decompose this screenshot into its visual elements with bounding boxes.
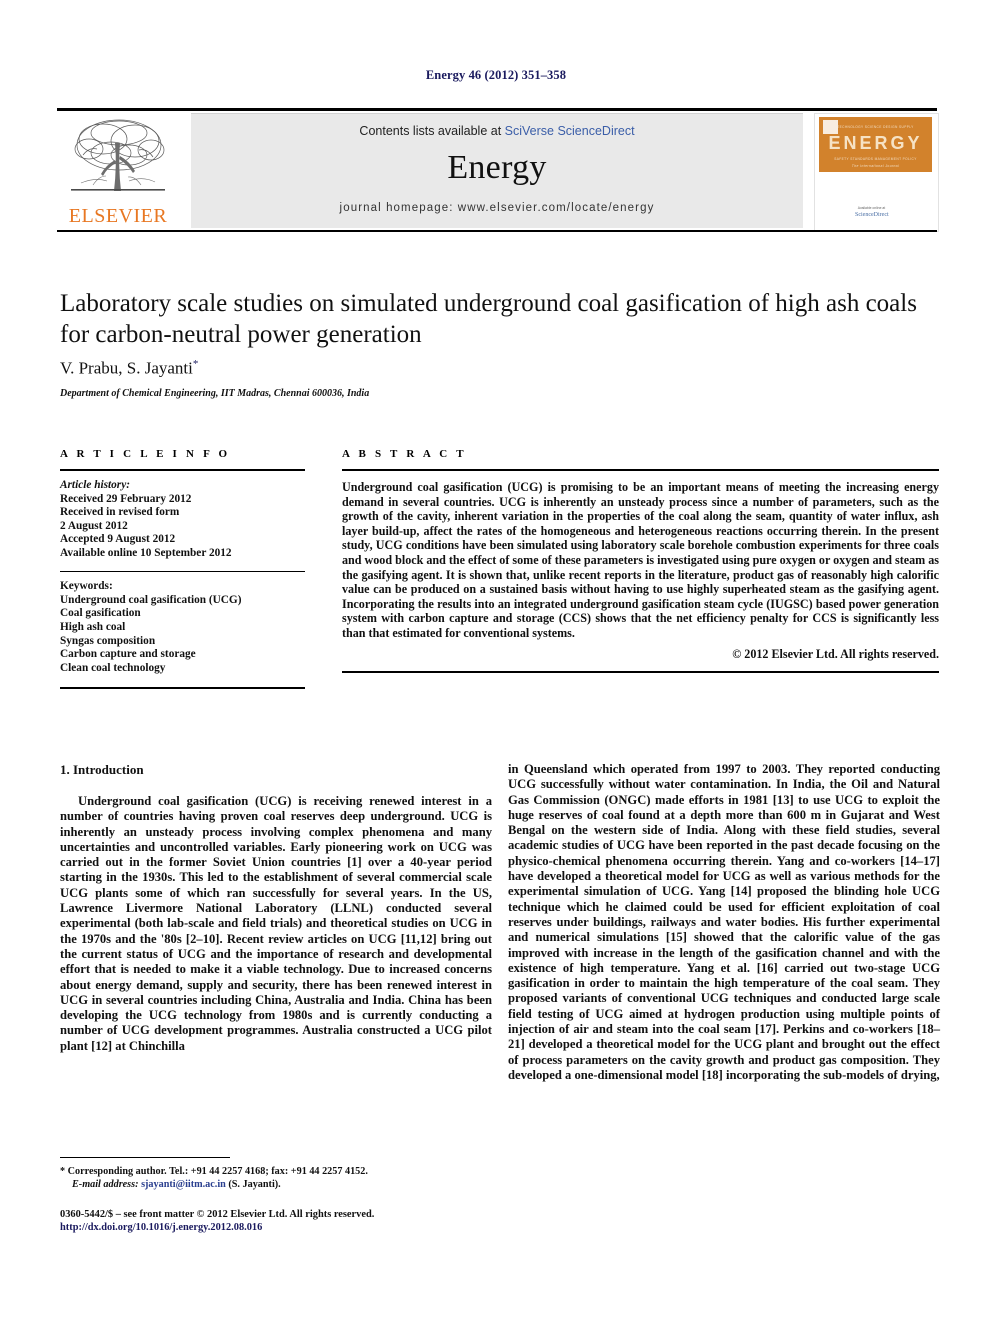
doi-link[interactable]: http://dx.doi.org/10.1016/j.energy.2012.… bbox=[60, 1221, 500, 1234]
abstract-column: A B S T R A C T Underground coal gasific… bbox=[342, 448, 939, 673]
footnote-rule bbox=[60, 1157, 230, 1158]
keyword-item: Carbon capture and storage bbox=[60, 648, 196, 661]
abstract-heading: A B S T R A C T bbox=[342, 448, 467, 460]
cover-orange-band: TECHNOLOGY SCIENCE DESIGN SUPPLY ENERGY … bbox=[819, 117, 932, 172]
cover-tagline: The International Journal bbox=[851, 164, 900, 168]
paragraph: Underground coal gasification (UCG) is r… bbox=[60, 794, 492, 1053]
journal-cover-thumbnail: TECHNOLOGY SCIENCE DESIGN SUPPLY ENERGY … bbox=[814, 113, 939, 232]
history-item: Received in revised form bbox=[60, 506, 180, 519]
article-info-rule bbox=[60, 469, 305, 471]
corresponding-author-marker: * bbox=[192, 358, 199, 370]
body-column-right: in Queensland which operated from 1997 t… bbox=[508, 762, 940, 1083]
abstract-text: Underground coal gasification (UCG) is p… bbox=[342, 480, 939, 640]
journal-homepage-link[interactable]: journal homepage: www.elsevier.com/locat… bbox=[191, 202, 803, 214]
affiliation: Department of Chemical Engineering, IIT … bbox=[60, 388, 370, 399]
article-history-label: Article history: bbox=[60, 479, 130, 491]
abstract-copyright: © 2012 Elsevier Ltd. All rights reserved… bbox=[732, 646, 939, 661]
author-list: V. Prabu, S. Jayanti* bbox=[60, 358, 940, 379]
keywords-label: Keywords: bbox=[60, 580, 113, 593]
page-title: Laboratory scale studies on simulated un… bbox=[60, 290, 917, 348]
elsevier-logo: ELSEVIER bbox=[57, 113, 179, 232]
footnote-email-line: E-mail address: sjayanti@iitm.ac.in (S. … bbox=[60, 1179, 492, 1192]
history-item: Available online 10 September 2012 bbox=[60, 546, 232, 559]
body-column-left: 1. Introduction Underground coal gasific… bbox=[60, 762, 492, 1054]
email-link[interactable]: sjayanti@iitm.ac.in bbox=[141, 1179, 226, 1190]
cover-sciencedirect-logo: ScienceDirect bbox=[855, 212, 889, 218]
footnote-contact: Corresponding author. Tel.: +91 44 2257 … bbox=[67, 1166, 368, 1177]
masthead-center-band: Contents lists available at SciVerse Sci… bbox=[191, 113, 803, 228]
contents-prefix: Contents lists available at bbox=[359, 124, 505, 138]
corresponding-author-footnote: * Corresponding author. Tel.: +91 44 225… bbox=[60, 1166, 492, 1191]
issn-copyright-line: 0360-5442/$ – see front matter © 2012 El… bbox=[60, 1209, 375, 1220]
sciencedirect-link[interactable]: SciVerse ScienceDirect bbox=[505, 124, 635, 138]
cover-topic-row-bottom: SAFETY STANDARDS MANAGEMENT POLICY bbox=[834, 157, 917, 161]
page-footer: 0360-5442/$ – see front matter © 2012 El… bbox=[60, 1208, 500, 1234]
author-names: V. Prabu, S. Jayanti bbox=[60, 358, 193, 378]
article-info-divider bbox=[60, 570, 305, 573]
history-item: Accepted 9 August 2012 bbox=[60, 533, 176, 546]
keyword-item: Underground coal gasification (UCG) bbox=[60, 593, 242, 606]
running-head: Energy 46 (2012) 351–358 bbox=[425, 68, 567, 82]
contents-available-line: Contents lists available at SciVerse Sci… bbox=[191, 124, 803, 138]
email-label: E-mail address: bbox=[72, 1178, 139, 1190]
cover-available-online: Available online at bbox=[857, 206, 886, 210]
elsevier-wordmark: ELSEVIER bbox=[68, 205, 168, 227]
section-heading-introduction: 1. Introduction bbox=[60, 762, 144, 777]
cover-title: ENERGY bbox=[828, 133, 923, 153]
journal-title: Energy bbox=[447, 149, 547, 186]
paragraph: in Queensland which operated from 1997 t… bbox=[508, 762, 940, 1082]
masthead-top-rule bbox=[57, 108, 937, 111]
elsevier-tree-icon bbox=[71, 119, 165, 191]
paper-page: Energy 46 (2012) 351–358 ELSEVIER Conten… bbox=[0, 0, 992, 1323]
keyword-item: Clean coal technology bbox=[60, 661, 166, 674]
abstract-rule bbox=[342, 469, 939, 471]
article-info-end-rule bbox=[60, 687, 305, 690]
email-owner: (S. Jayanti). bbox=[228, 1178, 281, 1190]
keyword-item: Coal gasification bbox=[60, 607, 141, 620]
article-info-heading: A R T I C L E I N F O bbox=[60, 448, 231, 460]
footnote-line: * Corresponding author. Tel.: +91 44 225… bbox=[60, 1166, 492, 1179]
history-item: 2 August 2012 bbox=[60, 519, 128, 532]
keyword-item: Syngas composition bbox=[60, 634, 156, 647]
keyword-item: High ash coal bbox=[60, 620, 126, 633]
article-history: Article history: Received 29 February 20… bbox=[60, 479, 305, 561]
abstract-end-rule bbox=[342, 670, 939, 673]
journal-masthead: ELSEVIER Contents lists available at Sci… bbox=[57, 108, 939, 232]
keywords-block: Keywords: Underground coal gasification … bbox=[60, 580, 305, 675]
history-item: Received 29 February 2012 bbox=[60, 492, 192, 505]
cover-topic-row-top: TECHNOLOGY SCIENCE DESIGN SUPPLY bbox=[837, 125, 914, 129]
footnote-marker: * bbox=[60, 1166, 66, 1177]
masthead-bottom-rule bbox=[57, 230, 937, 232]
article-info-column: A R T I C L E I N F O Article history: R… bbox=[60, 448, 305, 690]
